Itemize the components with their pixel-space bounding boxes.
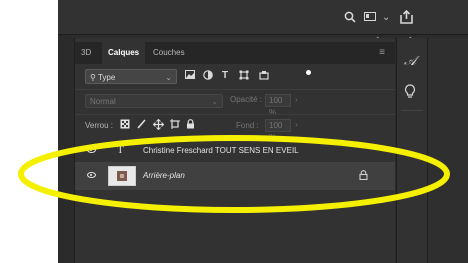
adjustment-filter-icon[interactable] bbox=[203, 70, 213, 84]
blend-mode-value: Normal bbox=[90, 97, 116, 106]
lock-transparency-icon[interactable] bbox=[120, 119, 130, 133]
lock-all-icon[interactable] bbox=[186, 119, 195, 133]
character-icon[interactable]: 𝒜 bbox=[404, 53, 416, 69]
thumbnail-detail bbox=[120, 174, 124, 178]
tab-calques[interactable]: Calques bbox=[102, 42, 146, 64]
image-filter-icon[interactable] bbox=[185, 70, 195, 83]
type-filter-icon[interactable]: T bbox=[222, 70, 228, 82]
search-icon[interactable] bbox=[344, 11, 356, 25]
panel-menu-icon[interactable]: ≡ bbox=[379, 47, 385, 58]
eye-icon[interactable] bbox=[87, 172, 96, 178]
shape-filter-icon[interactable] bbox=[239, 70, 249, 84]
opacity-label: Opacité : bbox=[230, 95, 263, 104]
filter-kind-select[interactable]: ⚲ Type ⌄ bbox=[85, 69, 177, 84]
lock-row: Verrou : Fond : 100 % › bbox=[75, 118, 395, 142]
layers-panel: 3D Calques Couches ≡ ⚲ Type ⌄ T Normal ⌄… bbox=[74, 38, 395, 263]
filter-kind-label: Type bbox=[97, 73, 116, 82]
opacity-input[interactable]: 100 % bbox=[265, 94, 291, 117]
chevron-down-icon[interactable]: ⌄ bbox=[382, 11, 390, 24]
fill-dropdown-icon[interactable]: › bbox=[295, 120, 298, 129]
right-dock: 𝒜 bbox=[396, 38, 427, 263]
layer-thumbnail bbox=[108, 166, 136, 186]
layer-row-background[interactable]: Arrière-plan bbox=[75, 162, 395, 190]
layer-filter-row: ⚲ Type ⌄ T bbox=[75, 68, 395, 86]
divider bbox=[75, 114, 395, 115]
filter-toggle[interactable] bbox=[306, 70, 311, 75]
workspace-icon[interactable] bbox=[364, 12, 376, 21]
lock-label: Verrou : bbox=[85, 121, 114, 130]
blend-mode-select[interactable]: Normal ⌄ bbox=[85, 94, 223, 108]
blend-row: Normal ⌄ Opacité : 100 % › bbox=[75, 93, 395, 117]
divider bbox=[401, 110, 423, 111]
search-small-icon: ⚲ bbox=[90, 73, 98, 82]
panel-tabs: 3D Calques Couches ≡ bbox=[75, 42, 395, 64]
lock-pixels-icon[interactable] bbox=[137, 119, 147, 133]
layer-name[interactable]: Arrière-plan bbox=[143, 171, 185, 180]
lock-icon[interactable] bbox=[359, 170, 368, 182]
workspace-area bbox=[427, 38, 468, 263]
tab-3d[interactable]: 3D bbox=[75, 42, 97, 64]
eye-icon[interactable] bbox=[87, 147, 96, 153]
lock-artboard-icon[interactable] bbox=[170, 119, 180, 133]
lock-position-icon[interactable] bbox=[152, 118, 165, 134]
opacity-dropdown-icon[interactable]: › bbox=[295, 95, 298, 104]
top-toolbar: ⌄ bbox=[58, 0, 468, 35]
share-icon[interactable] bbox=[400, 9, 413, 26]
divider bbox=[75, 89, 395, 90]
fill-label: Fond : bbox=[236, 121, 259, 130]
text-layer-thumbnail-icon: T bbox=[117, 144, 124, 156]
layer-row-text[interactable]: T Christine Freschard TOUT SENS EN EVEIL bbox=[75, 137, 395, 165]
fill-input[interactable]: 100 % bbox=[265, 119, 291, 142]
tab-couches[interactable]: Couches bbox=[147, 42, 191, 64]
smart-object-filter-icon[interactable] bbox=[259, 70, 269, 84]
chevron-down-icon: ⌄ bbox=[165, 73, 172, 82]
layer-name[interactable]: Christine Freschard TOUT SENS EN EVEIL bbox=[143, 146, 299, 155]
chevron-down-icon: ⌄ bbox=[211, 97, 218, 106]
lightbulb-icon[interactable] bbox=[404, 84, 416, 102]
photoshop-window: ⌄ ›› ‹‹ 3D Calques Couches ≡ ⚲ Type ⌄ T bbox=[58, 0, 468, 263]
